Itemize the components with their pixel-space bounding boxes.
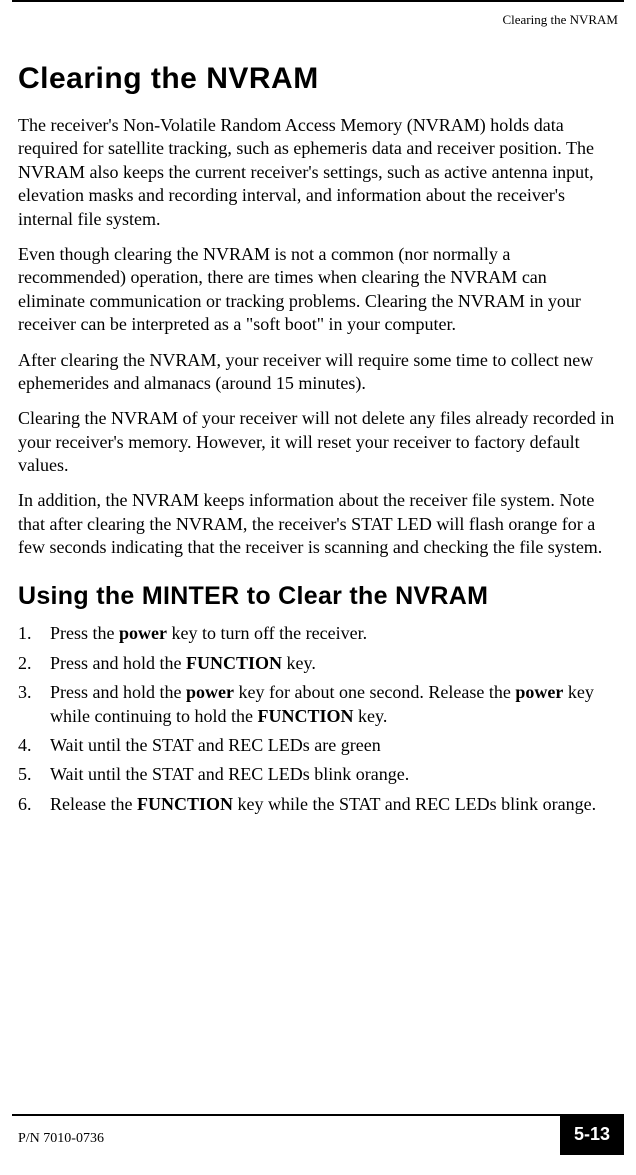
step-bold: FUNCTION [257,706,353,726]
step-text: key. [282,653,316,673]
step-6: Release the FUNCTION key while the STAT … [18,793,618,816]
step-text: Press and hold the [50,653,186,673]
part-number: P/N 7010-0736 [12,1131,104,1147]
step-4: Wait until the STAT and REC LEDs are gre… [18,734,618,757]
page-number: 5-13 [560,1116,624,1155]
step-bold: FUNCTION [137,794,233,814]
paragraph-5: In addition, the NVRAM keeps information… [18,489,618,559]
step-text: Press and hold the [50,682,186,702]
step-text: Press the [50,623,119,643]
heading-2: Using the MINTER to Clear the NVRAM [18,582,618,611]
step-2: Press and hold the FUNCTION key. [18,652,618,675]
step-text: key. [354,706,388,726]
step-text: key to turn off the receiver. [167,623,367,643]
step-3: Press and hold the power key for about o… [18,681,618,728]
step-bold: power [186,682,234,702]
paragraph-1: The receiver's Non-Volatile Random Acces… [18,114,618,231]
paragraph-4: Clearing the NVRAM of your receiver will… [18,407,618,477]
step-bold: FUNCTION [186,653,282,673]
paragraph-3: After clearing the NVRAM, your receiver … [18,349,618,396]
page-footer: P/N 7010-0736 5-13 [0,1114,636,1155]
step-text: Release the [50,794,137,814]
step-1: Press the power key to turn off the rece… [18,622,618,645]
page-header: Clearing the NVRAM [12,0,624,28]
paragraph-2: Even though clearing the NVRAM is not a … [18,243,618,337]
heading-1: Clearing the NVRAM [18,62,618,96]
step-bold: power [515,682,563,702]
header-title: Clearing the NVRAM [502,12,618,27]
step-text: key while the STAT and REC LEDs blink or… [233,794,596,814]
step-text: key for about one second. Release the [234,682,515,702]
step-bold: power [119,623,167,643]
steps-list: Press the power key to turn off the rece… [18,622,618,816]
step-5: Wait until the STAT and REC LEDs blink o… [18,763,618,786]
page-content: Clearing the NVRAM The receiver's Non-Vo… [0,28,636,816]
